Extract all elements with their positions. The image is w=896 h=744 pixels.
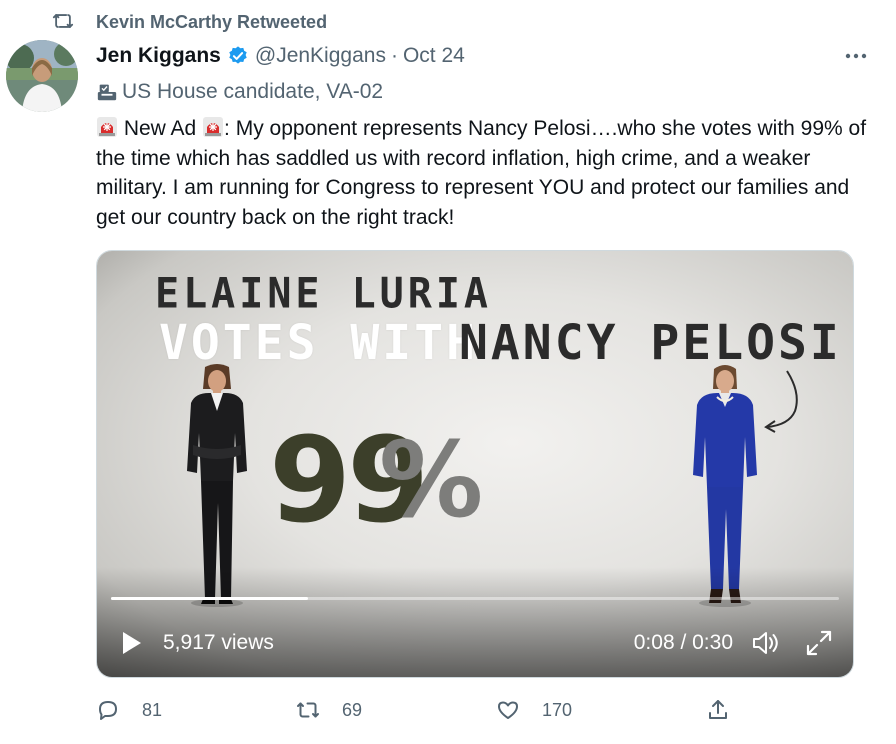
video-player[interactable]: ELAINE LURIA VOTES WITH NANCY PELOSI 99 … bbox=[96, 250, 854, 678]
share-button[interactable] bbox=[706, 698, 752, 722]
video-caption-line2b: NANCY PELOSI bbox=[459, 315, 842, 371]
separator-dot: · bbox=[390, 44, 398, 67]
tweet-header: Jen Kiggans @JenKiggans · Oct 24 bbox=[96, 40, 876, 72]
verified-badge-icon bbox=[227, 45, 249, 67]
fullscreen-icon[interactable] bbox=[805, 629, 833, 657]
avatar[interactable] bbox=[6, 40, 78, 112]
siren-icon bbox=[202, 116, 224, 138]
like-button[interactable]: 170 bbox=[496, 698, 572, 722]
retweet-button[interactable]: 69 bbox=[296, 698, 362, 722]
retweet-icon bbox=[297, 702, 319, 718]
video-controls-gradient bbox=[97, 567, 853, 677]
account-label: US House candidate, VA-02 bbox=[96, 78, 383, 106]
volume-icon[interactable] bbox=[751, 629, 781, 657]
video-caption-line1: ELAINE LURIA bbox=[155, 269, 492, 319]
reply-button[interactable]: 81 bbox=[96, 698, 162, 722]
tweet-date[interactable]: Oct 24 bbox=[403, 44, 465, 68]
more-options-icon[interactable] bbox=[842, 44, 870, 68]
video-progress-bar[interactable] bbox=[111, 597, 839, 600]
video-arrow-icon bbox=[764, 370, 798, 433]
retweet-context[interactable]: Kevin McCarthy Retweeted bbox=[52, 10, 327, 34]
ballot-box-icon bbox=[96, 81, 118, 103]
retweet-count: 69 bbox=[342, 699, 363, 720]
share-icon bbox=[709, 700, 727, 719]
retweet-label: Kevin McCarthy Retweeted bbox=[96, 11, 328, 32]
siren-icon bbox=[96, 116, 118, 138]
video-time: 0:08 / 0:30 bbox=[633, 631, 733, 654]
play-icon[interactable] bbox=[117, 629, 145, 657]
heart-icon bbox=[498, 701, 518, 719]
like-count: 170 bbox=[542, 699, 573, 720]
video-percent-symbol: % bbox=[379, 419, 484, 541]
author-handle[interactable]: @JenKiggans bbox=[255, 44, 386, 68]
video-view-count: 5,917 views bbox=[163, 631, 274, 654]
tweet-text-part-1: New Ad bbox=[118, 117, 203, 140]
author-name[interactable]: Jen Kiggans bbox=[96, 44, 221, 68]
account-label-text: US House candidate, VA-02 bbox=[122, 80, 384, 103]
retweet-icon bbox=[52, 10, 76, 34]
reply-icon bbox=[99, 701, 117, 720]
reply-count: 81 bbox=[142, 699, 163, 720]
video-progress-fill bbox=[111, 597, 308, 600]
tweet-text: New Ad : My opponent represents Nancy Pe… bbox=[96, 114, 876, 232]
tweet-actions: 81 69 170 bbox=[96, 698, 736, 726]
